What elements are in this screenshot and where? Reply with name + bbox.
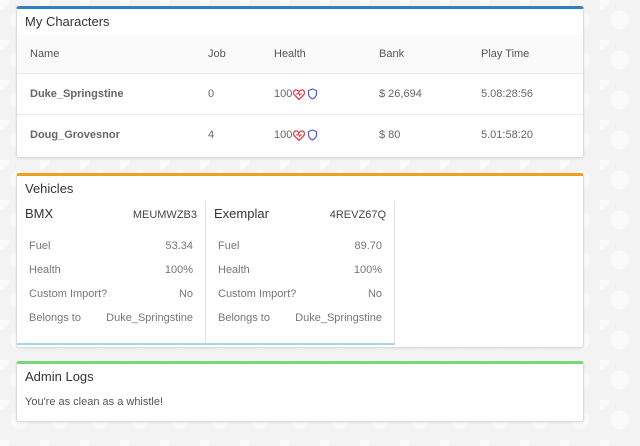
vehicle-card[interactable]: Exemplar 4REVZ67Q Fuel 89.70 Health 100%… [206,201,395,345]
column-header-health: Health [274,35,379,74]
character-bank: $ 80 [379,129,401,141]
belongs-to-value: Duke_Springstine [295,312,382,324]
character-name: Doug_Grovesnor [30,129,120,141]
fuel-label: Fuel [29,240,51,252]
character-health: 100 [274,73,379,115]
fuel-value: 89.70 [354,240,382,252]
characters-table: Name Job Health Bank Play Time Duke_Spri… [17,35,583,155]
heart-icon [293,129,306,141]
character-job: 4 [208,129,215,141]
column-header-job: Job [208,35,274,74]
vehicle-health-row: Health 100% [214,258,386,282]
belongs-to-label: Belongs to [29,312,81,324]
characters-title: My Characters [25,14,110,29]
admin-logs-card: Admin Logs You're as clean as a whistle! [16,361,584,422]
vehicle-plate: 4REVZ67Q [329,209,386,221]
admin-logs-message: You're as clean as a whistle! [25,396,164,408]
characters-card: My Characters Name Job Health Bank Play … [16,6,584,158]
custom-import-label: Custom Import? [218,288,297,300]
column-header-name: Name [17,35,208,74]
vehicle-model: BMX [25,206,54,221]
vehicle-fuel-row: Fuel 89.70 [214,234,386,258]
fuel-value: 53.34 [165,240,193,252]
health-value: 100 [274,128,293,141]
custom-import-value: No [178,288,193,300]
custom-import-value: No [367,288,382,300]
heart-icon [293,88,306,100]
vehicle-health-row: Health 100% [25,258,197,282]
vehicle-plate: MEUMWZB3 [132,209,197,221]
shield-icon [308,129,318,141]
vehicle-header: BMX MEUMWZB3 [25,206,197,234]
character-name: Duke_Springstine [17,73,208,115]
vehicle-fuel-row: Fuel 53.34 [25,234,197,258]
character-job: 0 [208,73,274,115]
vehicle-custom-import-row: Custom Import? No [25,282,197,306]
vehicle-card[interactable]: BMX MEUMWZB3 Fuel 53.34 Health 100% Cust… [17,201,206,345]
column-header-play-time: Play Time [481,35,583,74]
shield-icon [308,88,318,100]
vehicle-custom-import-row: Custom Import? No [214,282,386,306]
fuel-label: Fuel [218,240,240,252]
character-health: 100 [274,115,379,156]
health-value: 100% [164,264,193,276]
character-play-time: 5.08:28:56 [481,73,583,115]
table-header-row: Name Job Health Bank Play Time [17,35,583,74]
vehicle-header: Exemplar 4REVZ67Q [214,206,386,234]
health-label: Health [218,264,250,276]
vehicle-owner-row: Belongs to Duke_Springstine [25,306,197,330]
table-row[interactable]: Duke_Springstine 0 100 $ 26,694 5.08:28:… [17,73,583,115]
health-value: 100% [353,264,382,276]
custom-import-label: Custom Import? [29,288,108,300]
vehicles-card: Vehicles BMX MEUMWZB3 Fuel 53.34 Health … [16,173,584,348]
character-bank: $ 26,694 [379,73,481,115]
vehicle-list: BMX MEUMWZB3 Fuel 53.34 Health 100% Cust… [17,201,583,345]
health-label: Health [29,264,61,276]
column-header-bank: Bank [379,35,481,74]
admin-logs-title: Admin Logs [25,369,94,384]
table-row[interactable]: Doug_Grovesnor 4 100 $ 80 5.01:58:20 [17,115,583,156]
vehicles-title: Vehicles [25,181,74,196]
belongs-to-value: Duke_Springstine [106,312,193,324]
vehicle-owner-row: Belongs to Duke_Springstine [214,306,386,330]
belongs-to-label: Belongs to [218,312,270,324]
character-play-time: 5.01:58:20 [481,129,533,141]
vehicle-model: Exemplar [214,206,269,221]
health-value: 100 [274,87,293,100]
